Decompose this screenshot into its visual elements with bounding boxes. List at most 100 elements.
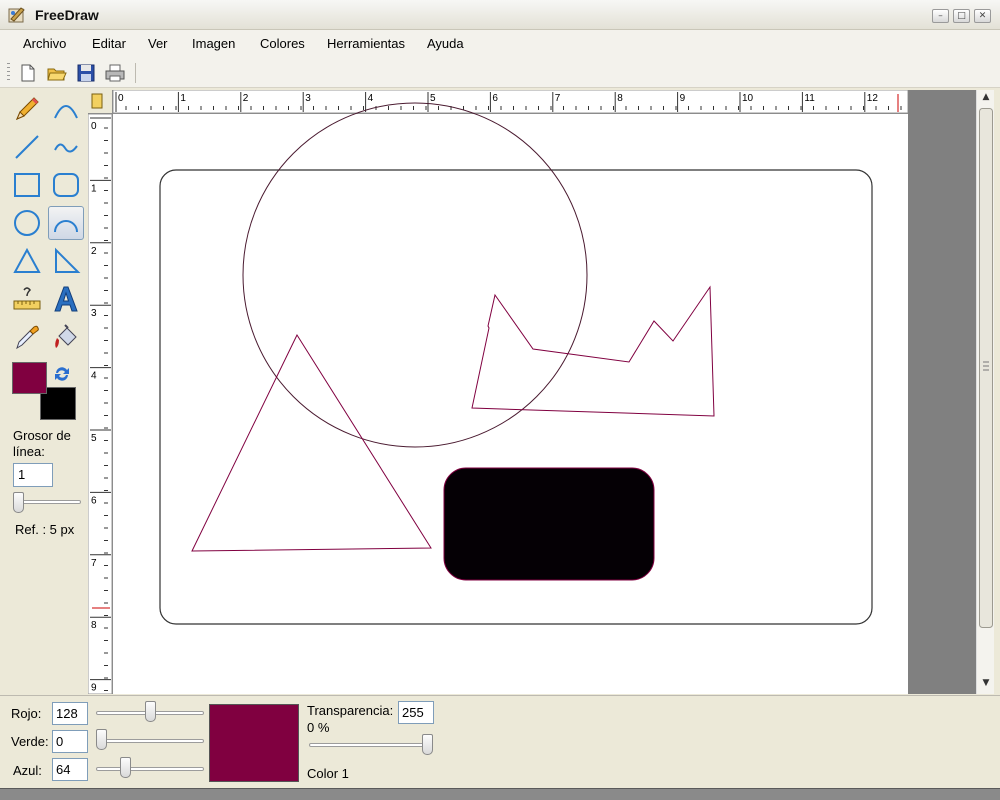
vertical-ruler-label: 5 [91,433,97,444]
horizontal-ruler-label: 5 [430,93,436,104]
title-bar: FreeDraw – □ ✕ [0,0,1000,30]
transparency-slider-thumb[interactable] [422,734,433,755]
menu-ayuda[interactable]: Ayuda [427,36,464,51]
primary-color-swatch[interactable] [12,362,47,394]
horizontal-ruler-label: 2 [243,93,249,104]
pencil-tool[interactable] [9,92,45,126]
open-folder-icon[interactable] [46,62,68,84]
canvas-viewport: 0 1 2 3 4 5 6 7 8 9 10 11 12 0123456789 [88,90,978,694]
transparency-slider-track[interactable] [309,743,433,747]
close-button[interactable]: ✕ [974,9,991,23]
menu-imagen[interactable]: Imagen [192,36,235,51]
tool-panel: Grosor de línea: 1 Ref. : 5 px [5,90,87,694]
transparency-percent: 0 % [307,720,330,735]
app-logo-icon [8,7,25,23]
line-width-reference: Ref. : 5 px [15,522,75,537]
horizontal-ruler-label: 1 [180,93,186,104]
menu-herramientas[interactable]: Herramientas [327,36,405,51]
ellipse-tool[interactable] [9,206,45,240]
rectangle-tool[interactable] [9,168,45,202]
blue-label: Azul: [13,763,42,778]
save-disk-icon[interactable] [75,62,97,84]
line-icon [15,135,39,159]
scrollbar-thumb[interactable] [979,108,993,628]
freehand-tool[interactable] [48,130,84,164]
line-width-slider-thumb[interactable] [13,492,24,513]
text-icon [54,286,78,312]
menu-editar[interactable]: Editar [92,36,126,51]
transparency-label: Transparencia: [307,703,394,718]
scroll-down-arrow[interactable]: ▼ [980,678,992,690]
triangle-tool[interactable] [9,244,45,278]
blue-input[interactable]: 64 [52,758,88,781]
scroll-up-arrow[interactable]: ▲ [980,92,992,104]
menu-bar: Archivo Editar Ver Imagen Colores Herram… [0,30,1000,58]
green-slider-thumb[interactable] [96,729,107,750]
pencil-icon [16,97,39,120]
blue-slider-track[interactable] [96,767,204,771]
vertical-ruler-label: 1 [91,183,97,194]
toolbar-grip[interactable] [7,63,10,83]
green-label: Verde: [11,734,49,749]
color-panel: Rojo: 128 Verde: 0 Azul: 64 Transparenci… [0,695,1000,788]
horizontal-ruler-label: 4 [368,93,374,104]
horizontal-ruler-label: 3 [305,93,311,104]
right-triangle-tool[interactable] [48,244,84,278]
curve-tool[interactable] [48,92,84,126]
horizontal-ruler-label: 10 [742,93,754,104]
text-tool[interactable] [48,282,84,316]
vertical-ruler-label: 6 [91,495,97,506]
measure-tool[interactable] [9,282,45,316]
horizontal-ruler-label: 9 [680,93,686,104]
eyedropper-icon [16,325,39,350]
vertical-ruler-label: 8 [91,620,97,631]
ruler-measure-icon [13,287,41,310]
drawing-surface[interactable]: 0 1 2 3 4 5 6 7 8 9 10 11 12 0123456789 [88,90,908,694]
green-input[interactable]: 0 [52,730,88,753]
red-input[interactable]: 128 [52,702,88,725]
minimize-button[interactable]: – [932,9,949,23]
new-file-icon[interactable] [17,62,39,84]
arc-tool[interactable] [48,206,84,240]
transparency-input[interactable]: 255 [398,701,434,724]
line-tool[interactable] [9,130,45,164]
menu-archivo[interactable]: Archivo [23,36,66,51]
toolbar-separator [135,63,136,83]
vertical-ruler-label: 7 [91,558,97,569]
blue-slider-thumb[interactable] [120,757,132,778]
eyedropper-tool[interactable] [9,320,45,354]
green-slider-track[interactable] [96,739,204,743]
horizontal-ruler-label: 0 [118,93,124,104]
menu-ver[interactable]: Ver [148,36,168,51]
vertical-ruler-label: 2 [91,246,97,257]
filled-rounded-rectangle-shape[interactable] [443,467,655,581]
curve-icon [54,105,78,119]
horizontal-ruler-label: 8 [617,93,623,104]
horizontal-ruler-label: 6 [492,93,498,104]
red-slider-thumb[interactable] [144,701,156,722]
ruler-corner-icon[interactable] [91,93,103,109]
paint-bucket-tool[interactable] [48,320,84,354]
print-icon[interactable] [104,62,126,84]
line-width-input[interactable]: 1 [13,463,53,487]
toolbar [0,58,1000,88]
status-bar [0,788,1000,800]
ellipse-icon [14,210,40,236]
color-preview-swatch [209,704,299,782]
vertical-ruler-ticks [101,116,111,694]
triangle-icon [13,247,41,273]
horizontal-ruler-label: 12 [867,93,879,104]
menu-colores[interactable]: Colores [260,36,305,51]
horizontal-ruler-ticks [115,102,906,112]
swap-colors-icon[interactable] [52,364,72,384]
canvas-page[interactable] [113,114,908,694]
freehand-icon [54,143,78,153]
maximize-button[interactable]: □ [953,9,970,23]
rounded-rectangle-icon [53,173,79,197]
rounded-rectangle-tool[interactable] [48,168,84,202]
line-width-label: Grosor de línea: [13,428,71,459]
color-slot-label: Color 1 [307,766,349,781]
vertical-scrollbar[interactable]: ▲ ▼ [976,90,994,694]
window-title: FreeDraw [35,7,99,23]
vertical-ruler-label: 0 [91,121,97,132]
